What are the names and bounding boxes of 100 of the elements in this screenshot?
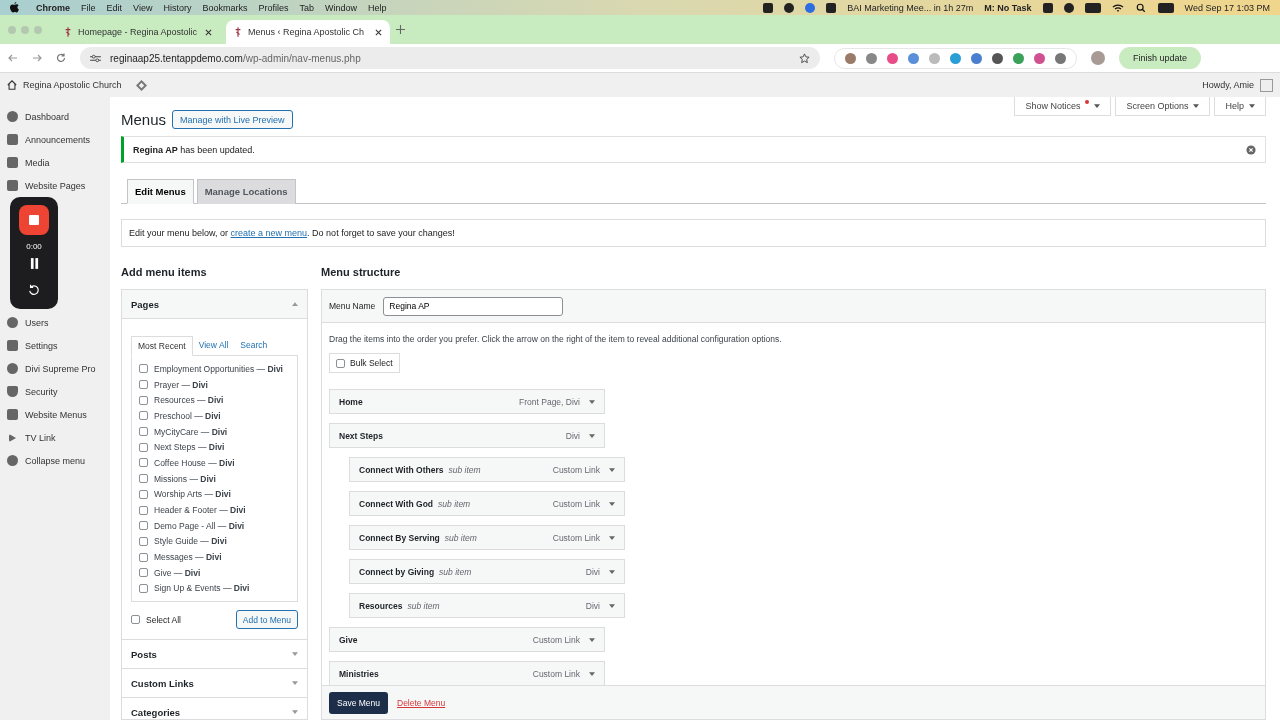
back-icon[interactable]	[8, 53, 18, 63]
checkbox[interactable]	[139, 489, 148, 499]
greeting-link[interactable]: Howdy, Amie	[1202, 80, 1254, 90]
control-center-icon[interactable]	[1157, 2, 1174, 13]
checkbox[interactable]	[139, 583, 148, 593]
screen-meta-button[interactable]: Help	[1214, 97, 1266, 116]
sidebar-item[interactable]: Settings	[0, 334, 110, 357]
sidebar-item[interactable]: Media	[0, 151, 110, 174]
checkbox[interactable]	[139, 505, 148, 515]
sidebar-item[interactable]: Dashboard	[0, 105, 110, 128]
diamond-icon[interactable]	[135, 79, 147, 91]
close-icon[interactable]	[375, 28, 382, 36]
restart-icon[interactable]	[28, 284, 40, 296]
sidebar-item[interactable]: Announcements	[0, 128, 110, 151]
sidebar-item[interactable]: Divi Supreme Pro	[0, 357, 110, 380]
zoom-status-icon[interactable]	[805, 2, 816, 13]
caret-icon[interactable]	[609, 467, 615, 472]
menu-bar-item[interactable]: Window	[324, 2, 357, 13]
calendar-status[interactable]: BAI Marketing Mee... in 1h 27m	[847, 2, 974, 13]
caret-icon[interactable]	[609, 501, 615, 506]
checkbox[interactable]	[139, 536, 148, 546]
sidebar-item[interactable]: TV Link	[0, 426, 110, 449]
menu-item-bar[interactable]: Ministries Custom Link	[329, 661, 605, 685]
delete-menu-link[interactable]: Delete Menu	[397, 697, 446, 708]
caret-icon[interactable]	[589, 399, 595, 404]
menu-bar-item[interactable]: File	[81, 2, 96, 13]
caret-icon[interactable]	[292, 302, 298, 306]
search-icon[interactable]	[1134, 2, 1147, 13]
caret-icon[interactable]	[589, 671, 595, 676]
menu-bar-item[interactable]: Bookmarks	[202, 2, 248, 13]
checkbox[interactable]	[139, 568, 148, 578]
checkbox[interactable]	[139, 442, 148, 452]
save-menu-button[interactable]: Save Menu	[329, 691, 388, 714]
finish-update-button[interactable]: Finish update	[1119, 47, 1202, 69]
checkbox[interactable]	[139, 474, 148, 484]
menu-item-bar[interactable]: Home Front Page, Divi	[329, 389, 605, 414]
checkbox[interactable]	[131, 615, 140, 625]
nav-tab[interactable]: Manage Locations	[196, 179, 296, 204]
reload-icon[interactable]	[56, 53, 66, 63]
avatar-icon[interactable]	[1260, 78, 1273, 92]
checkbox[interactable]	[139, 380, 148, 390]
caret-icon[interactable]	[589, 637, 595, 642]
task-status[interactable]: M: No Task	[984, 2, 1032, 13]
caret-icon[interactable]	[609, 535, 615, 540]
caret-icon[interactable]	[292, 710, 298, 715]
menu-bar-item[interactable]: Tab	[299, 2, 314, 13]
profile-avatar[interactable]	[1091, 51, 1105, 65]
site-settings-icon[interactable]	[90, 53, 101, 63]
menu-item-bar[interactable]: Give Custom Link	[329, 627, 605, 652]
apple-icon[interactable]	[10, 2, 19, 13]
pages-tab[interactable]: Most Recent	[131, 336, 193, 356]
accordion-header[interactable]: Pages	[122, 290, 307, 319]
live-preview-button[interactable]: Manage with Live Preview	[172, 110, 293, 129]
checkbox[interactable]	[139, 395, 148, 405]
bookmark-star-icon[interactable]	[799, 52, 810, 64]
menu-item-bar[interactable]: Connect With God sub item Custom Link	[349, 491, 625, 516]
site-name-link[interactable]: Regina Apostolic Church	[23, 80, 122, 90]
menu-bar-item[interactable]: View	[133, 2, 153, 13]
menu-item-bar[interactable]: Next Steps Divi	[329, 423, 605, 448]
menu-bar-clock[interactable]: Wed Sep 17 1:03 PM	[1184, 2, 1270, 13]
status-icon[interactable]	[784, 2, 795, 13]
menu-item-bar[interactable]: Connect By Serving sub item Custom Link	[349, 525, 625, 550]
nav-tab[interactable]: Edit Menus	[127, 179, 194, 204]
menu-name-field[interactable]: Regina AP	[383, 296, 564, 316]
pause-icon[interactable]	[29, 258, 39, 269]
status-icon[interactable]	[826, 2, 837, 13]
pages-tab[interactable]: View All	[192, 336, 235, 355]
browser-tab[interactable]: Menus ‹ Regina Apostolic Ch	[226, 20, 390, 44]
address-field[interactable]: reginaap25.tentappdemo.com/wp-admin/nav-menus.php	[80, 47, 820, 69]
checkbox[interactable]	[336, 358, 345, 368]
menu-bar-item[interactable]: Edit	[106, 2, 123, 13]
checkbox[interactable]	[139, 427, 148, 437]
screen-meta-button[interactable]: Show Notices	[1014, 97, 1112, 116]
dismiss-icon[interactable]	[1246, 144, 1256, 155]
add-to-menu-button[interactable]: Add to Menu	[235, 610, 298, 630]
status-icon[interactable]	[1063, 2, 1074, 13]
pages-tab[interactable]: Search	[234, 336, 274, 355]
caret-icon[interactable]	[589, 433, 595, 438]
forward-icon[interactable]	[32, 53, 42, 63]
status-icon[interactable]	[1042, 2, 1053, 13]
caret-icon[interactable]	[609, 603, 615, 608]
checkbox[interactable]	[139, 521, 148, 531]
sidebar-item[interactable]: Users	[0, 311, 110, 334]
wifi-icon[interactable]	[1111, 2, 1124, 13]
app-menu[interactable]: Chrome	[36, 2, 70, 13]
sidebar-item[interactable]: Website Pages	[0, 174, 110, 197]
checkbox[interactable]	[139, 458, 148, 468]
checkbox[interactable]	[139, 552, 148, 562]
menu-item-bar[interactable]: Connect by Giving sub item Divi	[349, 559, 625, 584]
sidebar-item[interactable]: Security	[0, 380, 110, 403]
menu-bar-item[interactable]: Profiles	[258, 2, 289, 13]
menu-bar-item[interactable]: History	[163, 2, 192, 13]
menu-bar-item[interactable]: Help	[368, 2, 387, 13]
home-icon[interactable]	[7, 80, 17, 90]
browser-tab[interactable]: Homepage - Regina Apostolic	[56, 20, 220, 44]
status-icon[interactable]	[763, 2, 774, 13]
bulk-select-control[interactable]: Bulk Select	[329, 353, 400, 373]
checkbox[interactable]	[139, 411, 148, 421]
sidebar-item[interactable]: Collapse menu	[0, 449, 110, 472]
sidebar-item[interactable]: Website Menus	[0, 403, 110, 426]
